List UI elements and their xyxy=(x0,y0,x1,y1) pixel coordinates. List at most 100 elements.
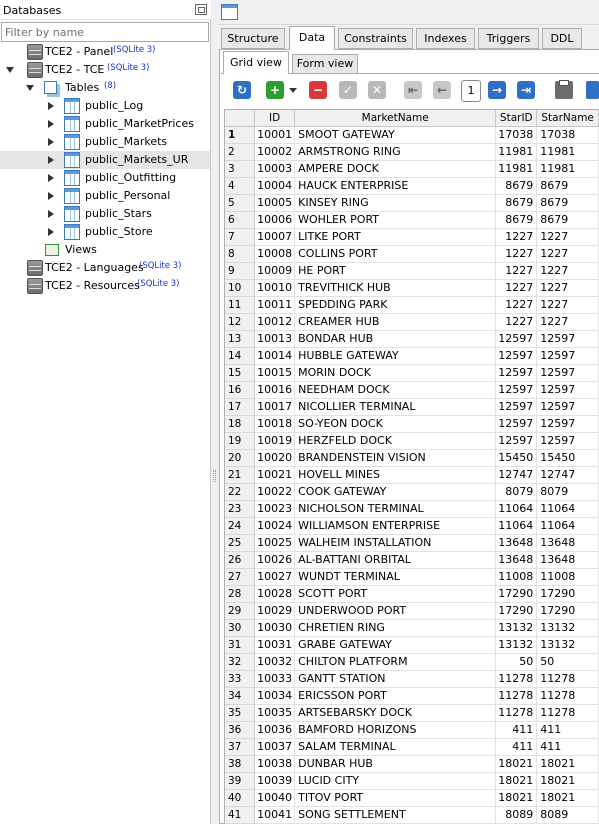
id-cell[interactable]: 10019 xyxy=(254,432,296,450)
starname-cell[interactable]: 1227 xyxy=(536,245,599,263)
starid-cell[interactable]: 11981 xyxy=(495,143,538,161)
table-row[interactable]: 20 10020 BRANDENSTEIN VISION 15450 15450 xyxy=(225,449,599,467)
id-cell[interactable]: 10013 xyxy=(254,330,296,348)
filter-input[interactable] xyxy=(1,22,209,42)
starid-cell[interactable]: 50 xyxy=(495,653,538,671)
table-row[interactable]: 21 10021 HOVELL MINES 12747 12747 xyxy=(225,466,599,484)
id-cell[interactable]: 10003 xyxy=(254,160,296,178)
id-cell[interactable]: 10033 xyxy=(254,670,296,688)
table-row[interactable]: 14 10014 HUBBLE GATEWAY 12597 12597 xyxy=(225,347,599,365)
starname-cell[interactable]: 11064 xyxy=(536,500,599,518)
starid-cell[interactable]: 11064 xyxy=(495,517,538,535)
delete-row-icon[interactable]: − xyxy=(309,81,327,99)
id-cell[interactable]: 10034 xyxy=(254,687,296,705)
collapse-arrow-icon[interactable] xyxy=(6,67,14,73)
marketname-cell[interactable]: UNDERWOOD PORT xyxy=(294,602,497,620)
chevron-down-icon[interactable] xyxy=(288,81,298,99)
table-row[interactable]: 36 10036 BAMFORD HORIZONS 411 411 xyxy=(225,721,599,739)
starname-cell[interactable]: 8679 xyxy=(536,194,599,212)
tab-indexes[interactable]: Indexes xyxy=(416,28,475,49)
marketname-cell[interactable]: LUCID CITY xyxy=(294,772,497,790)
table-row[interactable]: 15 10015 MORIN DOCK 12597 12597 xyxy=(225,364,599,382)
starname-cell[interactable]: 11981 xyxy=(536,143,599,161)
id-cell[interactable]: 10005 xyxy=(254,194,296,212)
table-row[interactable]: 26 10026 AL-BATTANI ORBITAL 13648 13648 xyxy=(225,551,599,569)
row-number-cell[interactable]: 12 xyxy=(225,313,256,331)
marketname-cell[interactable]: HERZFELD DOCK xyxy=(294,432,497,450)
starname-cell[interactable]: 12597 xyxy=(536,347,599,365)
table-row[interactable]: 11 10011 SPEDDING PARK 1227 1227 xyxy=(225,296,599,314)
table-row[interactable]: 37 10037 SALAM TERMINAL 411 411 xyxy=(225,738,599,756)
add-row-icon[interactable]: + xyxy=(266,81,284,99)
starname-cell[interactable]: 12597 xyxy=(536,415,599,433)
expand-arrow-icon[interactable] xyxy=(48,210,54,218)
tab-structure[interactable]: Structure xyxy=(221,28,285,49)
export-icon[interactable] xyxy=(586,81,599,99)
float-panel-icon[interactable] xyxy=(195,4,207,15)
starid-cell[interactable]: 1227 xyxy=(495,296,538,314)
starname-cell[interactable]: 8079 xyxy=(536,483,599,501)
starid-cell[interactable]: 13132 xyxy=(495,619,538,637)
marketname-cell[interactable]: AMPERE DOCK xyxy=(294,160,497,178)
id-cell[interactable]: 10038 xyxy=(254,755,296,773)
starid-cell[interactable]: 8679 xyxy=(495,194,538,212)
id-cell[interactable]: 10010 xyxy=(254,279,296,297)
starname-cell[interactable]: 13132 xyxy=(536,636,599,654)
data-grid[interactable]: ID MarketName StarID StarName 1 10001 SMOO… xyxy=(224,109,599,824)
table-row[interactable]: 9 10009 HE PORT 1227 1227 xyxy=(225,262,599,280)
starid-cell[interactable]: 8089 xyxy=(495,806,538,824)
table-row[interactable]: 17 10017 NICOLLIER TERMINAL 12597 12597 xyxy=(225,398,599,416)
id-cell[interactable]: 10027 xyxy=(254,568,296,586)
starname-cell[interactable]: 50 xyxy=(536,653,599,671)
row-number-header[interactable] xyxy=(225,110,256,127)
marketname-cell[interactable]: COOK GATEWAY xyxy=(294,483,497,501)
row-number-cell[interactable]: 36 xyxy=(225,721,256,739)
row-number-cell[interactable]: 28 xyxy=(225,585,256,603)
starid-cell[interactable]: 13132 xyxy=(495,636,538,654)
table-row[interactable]: 2 10002 ARMSTRONG RING 11981 11981 xyxy=(225,143,599,161)
id-cell[interactable]: 10041 xyxy=(254,806,296,824)
column-header-starname[interactable]: StarName xyxy=(536,110,599,127)
marketname-cell[interactable]: GRABE GATEWAY xyxy=(294,636,497,654)
table-row[interactable]: 35 10035 ARTSEBARSKY DOCK 11278 11278 xyxy=(225,704,599,722)
starname-cell[interactable]: 11008 xyxy=(536,568,599,586)
id-cell[interactable]: 10020 xyxy=(254,449,296,467)
id-cell[interactable]: 10029 xyxy=(254,602,296,620)
row-number-cell[interactable]: 26 xyxy=(225,551,256,569)
marketname-cell[interactable]: BRANDENSTEIN VISION xyxy=(294,449,497,467)
expand-arrow-icon[interactable] xyxy=(48,138,54,146)
starname-cell[interactable]: 1227 xyxy=(536,279,599,297)
starname-cell[interactable]: 13648 xyxy=(536,551,599,569)
row-number-cell[interactable]: 18 xyxy=(225,415,256,433)
marketname-cell[interactable]: TREVITHICK HUB xyxy=(294,279,497,297)
id-cell[interactable]: 10021 xyxy=(254,466,296,484)
marketname-cell[interactable]: SPEDDING PARK xyxy=(294,296,497,314)
starid-cell[interactable]: 17290 xyxy=(495,602,538,620)
column-header-starid[interactable]: StarID xyxy=(495,110,538,127)
row-number-cell[interactable]: 15 xyxy=(225,364,256,382)
starid-cell[interactable]: 15450 xyxy=(495,449,538,467)
row-number-cell[interactable]: 25 xyxy=(225,534,256,552)
marketname-cell[interactable]: GANTT STATION xyxy=(294,670,497,688)
starid-cell[interactable]: 8079 xyxy=(495,483,538,501)
id-cell[interactable]: 10014 xyxy=(254,347,296,365)
starname-cell[interactable]: 11064 xyxy=(536,517,599,535)
starid-cell[interactable]: 17038 xyxy=(495,126,538,144)
row-number-cell[interactable]: 16 xyxy=(225,381,256,399)
tab-grid-view[interactable]: Grid view xyxy=(223,51,289,74)
id-cell[interactable]: 10018 xyxy=(254,415,296,433)
id-cell[interactable]: 10008 xyxy=(254,245,296,263)
marketname-cell[interactable]: HE PORT xyxy=(294,262,497,280)
tree-table-item[interactable]: public_Log xyxy=(0,97,210,115)
starid-cell[interactable]: 8679 xyxy=(495,177,538,195)
tree-db-languages[interactable]: TCE2 - Languages (SQLite 3) xyxy=(0,259,210,277)
starname-cell[interactable]: 11278 xyxy=(536,687,599,705)
expand-arrow-icon[interactable] xyxy=(48,174,54,182)
starid-cell[interactable]: 11981 xyxy=(495,160,538,178)
row-number-cell[interactable]: 33 xyxy=(225,670,256,688)
tab-ddl[interactable]: DDL xyxy=(542,28,582,49)
starid-cell[interactable]: 411 xyxy=(495,738,538,756)
starname-cell[interactable]: 1227 xyxy=(536,313,599,331)
table-row[interactable]: 27 10027 WUNDT TERMINAL 11008 11008 xyxy=(225,568,599,586)
starname-cell[interactable]: 411 xyxy=(536,721,599,739)
